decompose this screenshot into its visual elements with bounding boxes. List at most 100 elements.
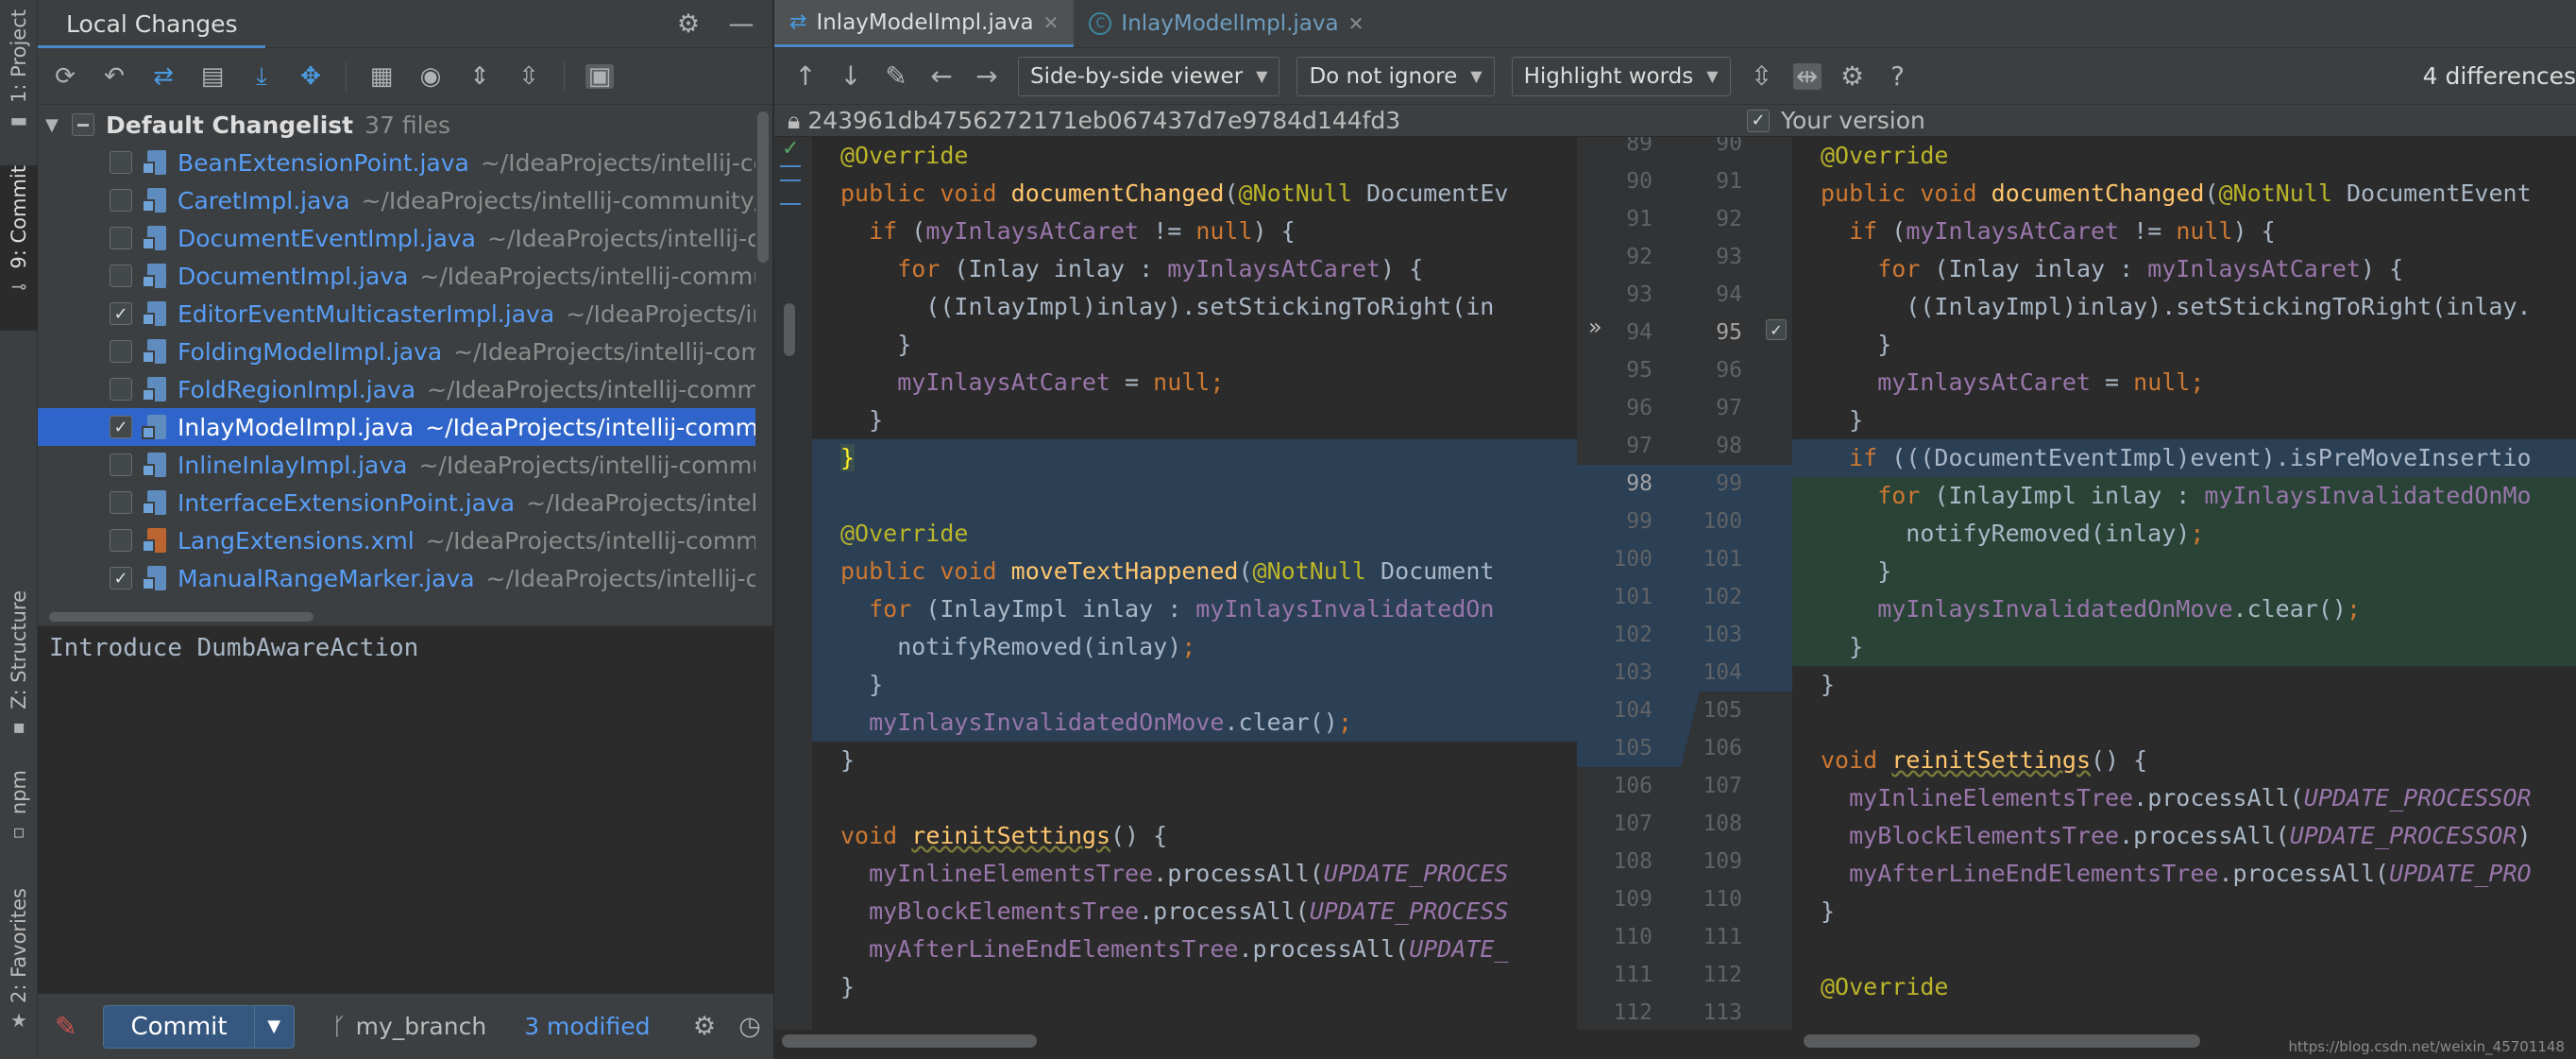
chevron-down-icon[interactable]: ▼ xyxy=(253,1005,294,1048)
file-row[interactable]: BeanExtensionPoint.java ~/IdeaProjects/in… xyxy=(38,144,755,181)
favorites-tool-tab[interactable]: 2: Favorites ★ xyxy=(0,888,38,1039)
sync-scroll-icon[interactable]: ⇹ xyxy=(1792,62,1822,90)
your-version-label: Your version xyxy=(1781,107,1925,134)
project-tool-tab[interactable]: 1: Project ▬ xyxy=(0,9,38,137)
apply-change-icon[interactable]: » xyxy=(1588,314,1602,340)
file-row[interactable]: CaretImpl.java ~/IdeaProjects/intellij-co… xyxy=(38,181,755,219)
right-line-number: 111 xyxy=(1703,925,1742,949)
file-checkbox[interactable] xyxy=(110,529,132,552)
changelist-row[interactable]: ▼ Default Changelist 37 files xyxy=(38,106,755,144)
arrow-up-icon[interactable]: ↑ xyxy=(791,62,820,90)
gear-icon[interactable]: ⚙ xyxy=(674,11,703,37)
shelve-icon[interactable]: ✥ xyxy=(297,64,325,89)
update-icon[interactable]: ⤓ xyxy=(247,64,276,89)
file-row[interactable]: FoldRegionImpl.java ~/IdeaProjects/intell… xyxy=(38,370,755,408)
commit-button-label: Commit xyxy=(130,1012,228,1041)
clock-icon[interactable]: ◷ xyxy=(736,1014,764,1039)
close-icon[interactable]: ✕ xyxy=(1348,12,1364,35)
base-revision-pane[interactable]: @Override public void documentChanged(@No… xyxy=(812,137,1577,1030)
close-icon[interactable]: ✕ xyxy=(1043,11,1059,34)
preview-diff-icon[interactable]: ▣ xyxy=(585,63,614,89)
structure-tool-tab[interactable]: Z: Structure ▪ xyxy=(0,590,38,738)
gear-icon[interactable]: ⚙ xyxy=(690,1014,719,1039)
left-line-number: 90 xyxy=(1626,169,1652,194)
java-file-icon xyxy=(142,413,170,441)
changelist-checkbox[interactable] xyxy=(72,113,94,136)
collapse-all-icon[interactable]: ⇳ xyxy=(515,64,543,89)
commit-message-input[interactable]: Introduce DumbAwareAction xyxy=(38,625,773,994)
arrow-left-icon[interactable]: ← xyxy=(927,62,956,90)
minimize-icon[interactable]: — xyxy=(727,11,755,37)
collapse-unchanged-icon[interactable]: ⇳ xyxy=(1748,62,1776,90)
npm-tool-tab[interactable]: npm ▫ xyxy=(0,770,38,855)
gear-icon[interactable]: ⚙ xyxy=(1839,62,1867,90)
highlight-select[interactable]: Highlight words ▼ xyxy=(1511,56,1731,96)
changelist-name: Default Changelist xyxy=(106,111,354,139)
code-line: void reinitSettings() { xyxy=(1821,746,2148,774)
file-path: ~/IdeaProjects/intellij-co xyxy=(487,224,755,252)
file-checkbox[interactable]: ✓ xyxy=(110,567,132,589)
file-checkbox[interactable] xyxy=(110,189,132,212)
npm-tool-label: npm xyxy=(8,770,30,815)
file-checkbox[interactable] xyxy=(110,227,132,249)
file-checkbox[interactable]: ✓ xyxy=(110,302,132,325)
branch-indicator[interactable]: ᚴ my_branch xyxy=(332,1013,487,1040)
refresh-icon[interactable]: ⟳ xyxy=(51,64,79,89)
file-row[interactable]: InlineInlayImpl.java ~/IdeaProjects/intel… xyxy=(38,446,755,484)
ignore-select[interactable]: Do not ignore ▼ xyxy=(1296,56,1495,96)
chevron-down-icon[interactable]: ▼ xyxy=(45,115,66,135)
java-file-icon xyxy=(142,186,170,214)
file-row[interactable]: LangExtensions.xml ~/IdeaProjects/intelli… xyxy=(38,521,755,559)
file-row[interactable]: InterfaceExtensionPoint.java ~/IdeaProjec… xyxy=(38,484,755,521)
arrow-down-icon[interactable]: ↓ xyxy=(837,62,865,90)
file-row[interactable]: FoldingModelImpl.java ~/IdeaProjects/inte… xyxy=(38,333,755,370)
tab-diff-inlaymodelimpl[interactable]: ⇄ InlayModelImpl.java ✕ xyxy=(774,0,1075,47)
eye-icon[interactable]: ◉ xyxy=(416,64,445,89)
rollback-icon[interactable]: ↶ xyxy=(100,64,128,89)
file-checkbox[interactable] xyxy=(110,491,132,514)
tree-scrollbar[interactable] xyxy=(757,111,769,263)
your-version-checkbox[interactable]: ✓ xyxy=(1747,109,1770,132)
folder-icon: ▬ xyxy=(9,108,28,131)
file-checkbox[interactable]: ✓ xyxy=(110,416,132,438)
viewer-select[interactable]: Side-by-side viewer ▼ xyxy=(1018,56,1280,96)
right-horizontal-scrollbar[interactable] xyxy=(1804,1034,2200,1048)
file-row[interactable]: DocumentEventImpl.java ~/IdeaProjects/int… xyxy=(38,219,755,257)
editor-scroll-thumb[interactable] xyxy=(784,303,795,356)
right-line-number: 92 xyxy=(1716,207,1742,231)
arrow-right-icon[interactable]: → xyxy=(973,62,1001,90)
file-checkbox[interactable] xyxy=(110,265,132,287)
edit-icon[interactable]: ✎ xyxy=(882,62,910,90)
file-checkbox[interactable] xyxy=(110,151,132,174)
tree-horizontal-scrollbar[interactable] xyxy=(49,612,314,622)
expand-all-icon[interactable]: ⇕ xyxy=(466,64,494,89)
right-line-number: 112 xyxy=(1703,963,1742,987)
diff-icon[interactable]: ⇄ xyxy=(149,64,178,89)
file-row[interactable]: DocumentImpl.java ~/IdeaProjects/intellij… xyxy=(38,257,755,295)
right-line-number: 97 xyxy=(1716,396,1742,420)
left-line-number: 89 xyxy=(1626,137,1652,156)
file-checkbox[interactable] xyxy=(110,340,132,363)
editor-tabs: ⇄ InlayModelImpl.java ✕ C InlayModelImpl… xyxy=(774,0,2576,48)
commit-button[interactable]: Commit ▼ xyxy=(103,1004,295,1049)
include-change-checkbox[interactable]: ✓ xyxy=(1766,319,1787,340)
local-changes-tab[interactable]: Local Changes xyxy=(38,0,266,48)
tab-inlaymodelimpl[interactable]: C InlayModelImpl.java ✕ xyxy=(1074,0,1379,47)
commit-tool-tab[interactable]: 9: Commit ⊸ xyxy=(0,165,38,331)
your-version-pane[interactable]: @Override public void documentChanged(@No… xyxy=(1792,137,2576,1030)
changelist-icon[interactable]: ▤ xyxy=(198,64,227,89)
help-icon[interactable]: ? xyxy=(1884,62,1912,90)
modified-count-link[interactable]: 3 modified xyxy=(524,1013,650,1040)
left-line-number: 112 xyxy=(1613,1000,1652,1025)
pencil-icon[interactable]: ✎ xyxy=(55,1011,76,1042)
group-by-icon[interactable]: ▦ xyxy=(367,64,396,89)
diff-info-row: 🔒︎ 243961db4756272171eb067437d7e9784d144… xyxy=(774,105,2576,136)
file-row[interactable]: ✓ ManualRangeMarker.java ~/IdeaProjects/in… xyxy=(38,559,755,597)
file-checkbox[interactable] xyxy=(110,453,132,476)
left-horizontal-scrollbar[interactable] xyxy=(782,1034,1037,1048)
file-row[interactable]: ✓ EditorEventMulticasterImpl.java ~/IdeaPr… xyxy=(38,295,755,333)
file-row[interactable]: ✓ InlayModelImpl.java ~/IdeaProjects/intel… xyxy=(38,408,755,446)
file-checkbox[interactable] xyxy=(110,378,132,401)
code-line: if (((DocumentEventImpl)event).isPreMove… xyxy=(1792,439,2576,477)
